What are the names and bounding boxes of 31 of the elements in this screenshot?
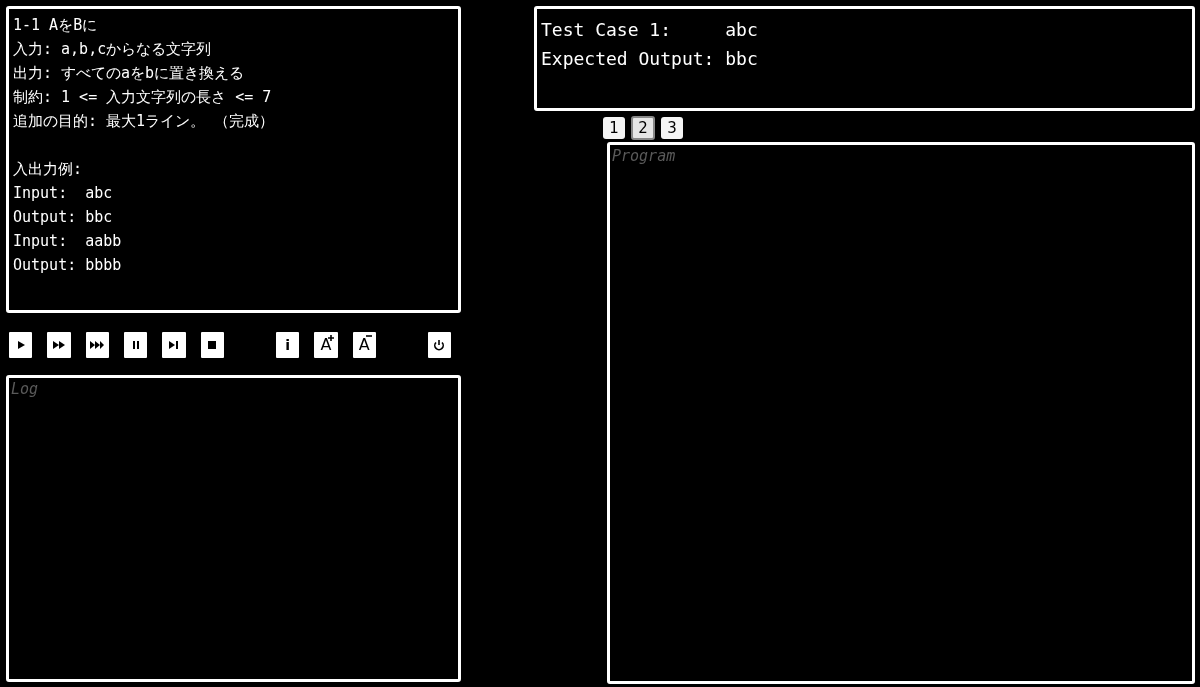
problem-line: 追加の目的: 最大1ライン。 （完成） [13,111,275,132]
problem-line: Output: bbbb [13,255,122,276]
log-field[interactable]: Log [6,375,461,682]
problem-line: 入出力例: [13,159,83,180]
problem-line: 1-1 AをBに [13,15,98,36]
step-button[interactable] [162,332,186,358]
minus-icon [365,335,372,337]
problem-line: Output: bbc [13,207,113,228]
problem-line: Input: abc [13,183,113,204]
fast-forward-button[interactable] [47,332,71,358]
problem-line: 入力: a,b,cからなる文字列 [13,39,212,60]
test-case-line: Test Case 1: abc [541,18,759,42]
test-case-line: Expected Output: bbc [541,47,759,71]
tab[interactable]: 1 [603,117,625,139]
font-decrease-button[interactable]: A [352,332,376,358]
problem-line: 出力: すべてのaをbに置き換える [13,63,245,84]
power-icon [432,338,447,352]
info-button[interactable]: i [275,332,300,358]
font-increase-button[interactable]: A [314,332,338,358]
play-button[interactable] [9,332,33,358]
tab[interactable]: 3 [661,117,683,139]
problem-line: 制約: 1 <= 入力文字列の長さ <= 7 [13,87,272,108]
fastest-button[interactable] [85,332,110,358]
fast-forward-icon [52,338,66,352]
power-button[interactable] [427,332,452,358]
program-field[interactable]: Program [607,142,1195,684]
triple-arrow-icon [90,338,105,352]
problem-line: Input: aabb [13,231,122,252]
pause-button[interactable] [124,332,148,358]
stop-button[interactable] [200,332,225,358]
tab[interactable]: 2 [631,116,655,140]
